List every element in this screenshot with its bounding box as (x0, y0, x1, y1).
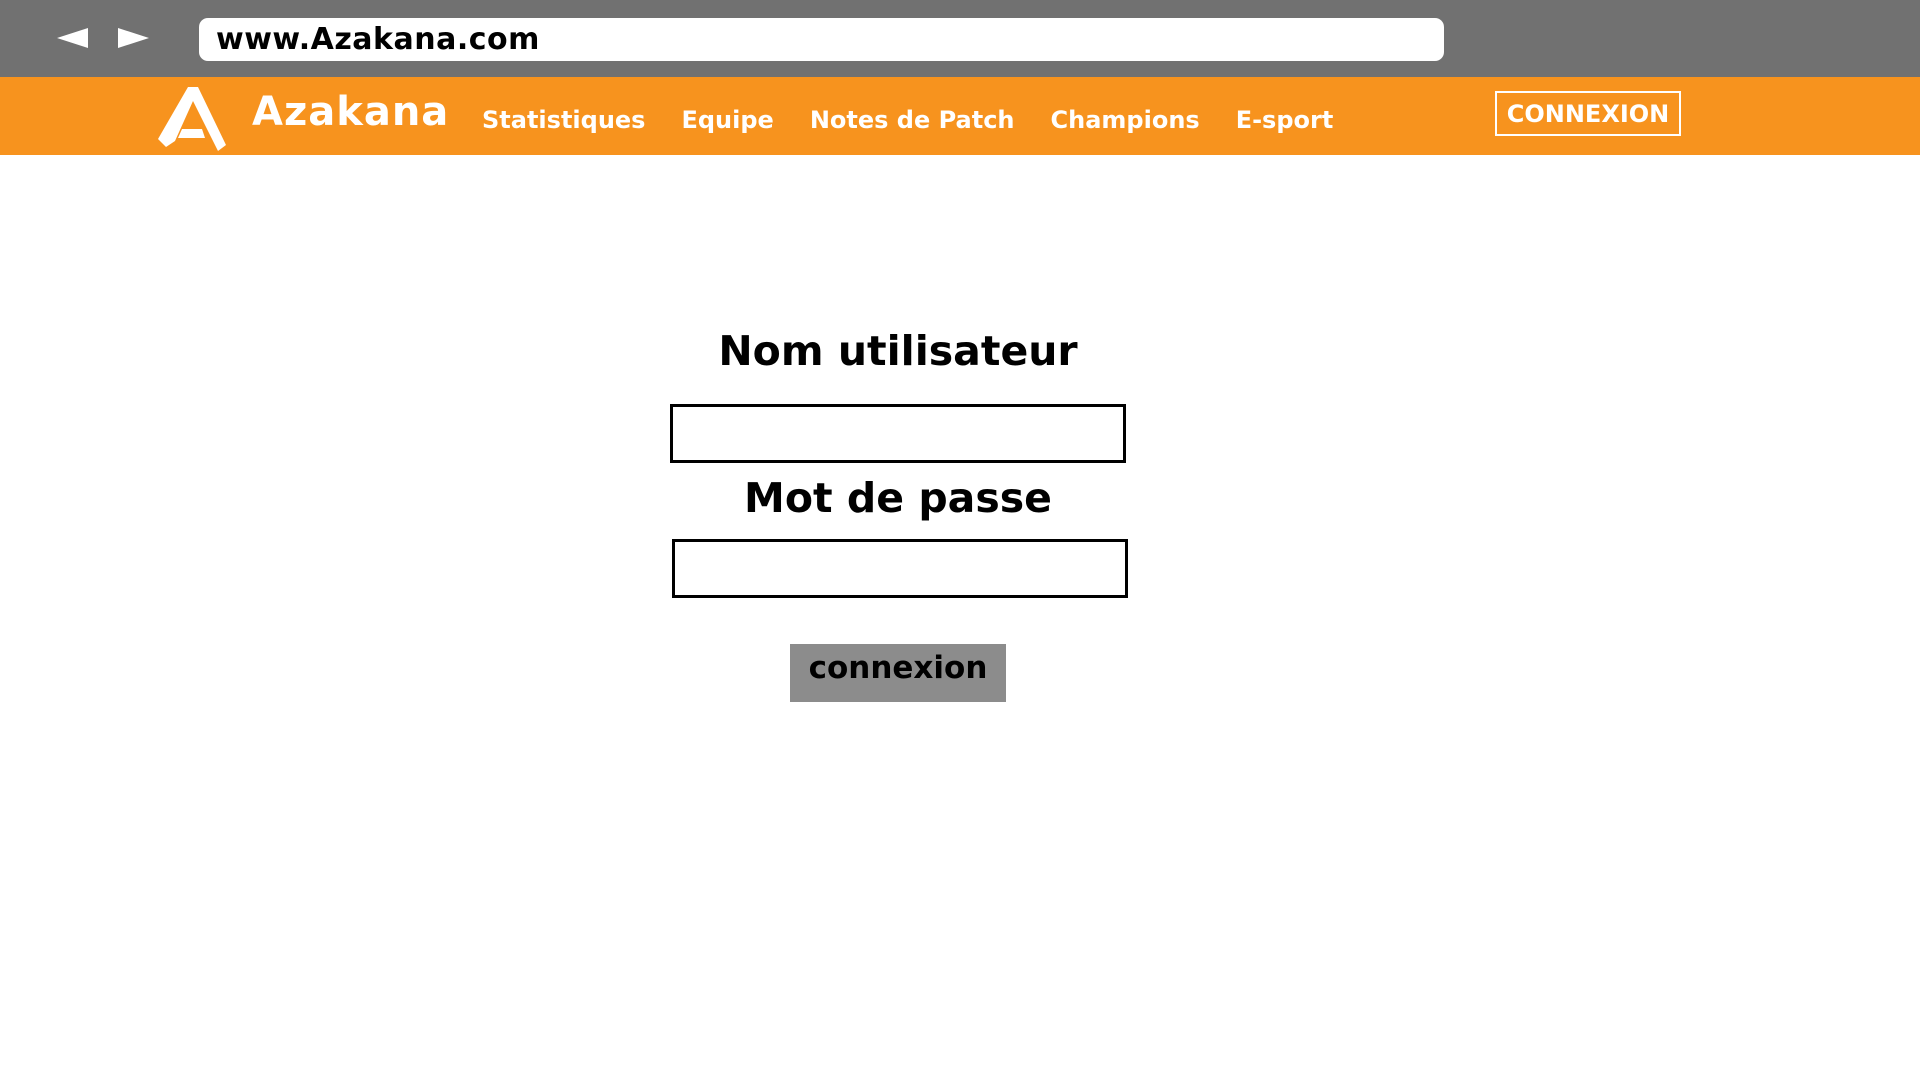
main-navigation: Statistiques Equipe Notes de Patch Champ… (482, 106, 1369, 134)
site-header: Azakana Statistiques Equipe Notes de Pat… (0, 77, 1920, 155)
back-arrow-icon[interactable] (57, 28, 88, 48)
login-submit-button[interactable]: connexion (790, 644, 1006, 702)
nav-item-equipe[interactable]: Equipe (681, 106, 773, 134)
nav-item-notes-de-patch[interactable]: Notes de Patch (810, 106, 1015, 134)
password-label: Mot de passe (744, 474, 1052, 522)
forward-arrow-icon[interactable] (118, 28, 149, 48)
header-login-button[interactable]: CONNEXION (1495, 91, 1681, 136)
username-label: Nom utilisateur (718, 327, 1078, 375)
nav-item-statistiques[interactable]: Statistiques (482, 106, 645, 134)
site-brand[interactable]: Azakana (252, 89, 449, 135)
nav-item-champions[interactable]: Champions (1051, 106, 1200, 134)
address-bar[interactable]: www.Azakana.com (199, 18, 1444, 61)
password-input[interactable] (672, 539, 1128, 598)
azakana-logo-icon[interactable] (158, 83, 226, 151)
browser-toolbar: www.Azakana.com (0, 0, 1920, 77)
address-bar-url: www.Azakana.com (216, 22, 540, 57)
username-input[interactable] (670, 404, 1126, 463)
nav-item-esport[interactable]: E-sport (1236, 106, 1334, 134)
